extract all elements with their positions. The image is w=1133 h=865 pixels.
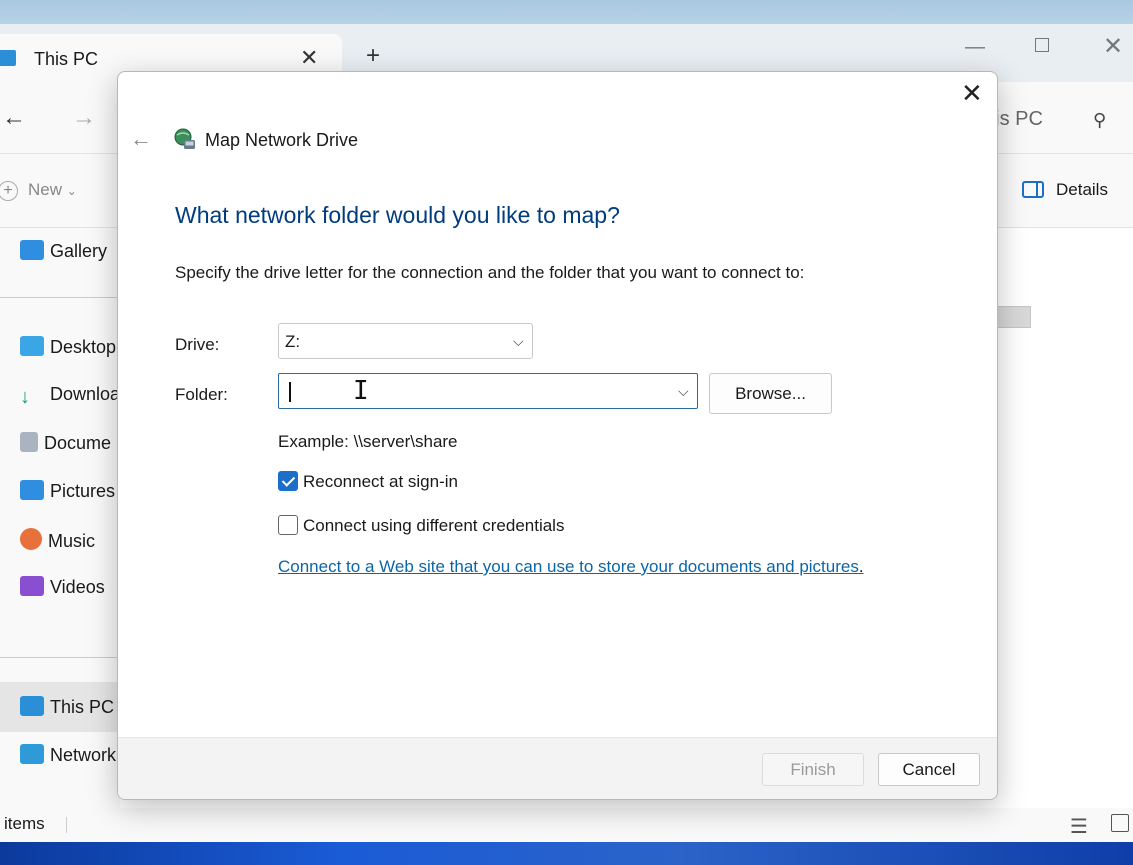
- new-tab-icon[interactable]: +: [366, 42, 380, 70]
- maximize-icon[interactable]: [1035, 38, 1049, 52]
- credentials-label[interactable]: Connect using different credentials: [303, 516, 564, 535]
- new-label: New: [28, 180, 63, 199]
- tiles-view-icon[interactable]: [1111, 814, 1129, 832]
- details-view-icon[interactable]: ☰: [1070, 814, 1088, 839]
- sidebar-item-label: Network: [50, 745, 117, 765]
- chevron-down-icon: ⌵: [513, 333, 524, 349]
- close-tab-icon[interactable]: ✕: [300, 45, 318, 71]
- web-site-link-row: Connect to a Web site that you can use t…: [278, 557, 864, 577]
- sidebar-item-videos[interactable]: Videos: [20, 576, 105, 598]
- sidebar-divider: [0, 297, 120, 298]
- sidebar-item-pictures[interactable]: Pictures: [20, 480, 115, 502]
- status-divider: [66, 817, 67, 833]
- reconnect-checkbox[interactable]: [278, 471, 298, 491]
- navigation-pane: Gallery Desktop ↓ Downloa Docume Pictures…: [0, 228, 120, 808]
- browse-button[interactable]: Browse...: [709, 373, 832, 414]
- videos-icon: [20, 576, 44, 596]
- reconnect-label[interactable]: Reconnect at sign-in: [303, 472, 458, 491]
- sidebar-item-label: Downloa: [50, 384, 121, 404]
- cancel-button[interactable]: Cancel: [878, 753, 980, 786]
- sidebar-item-gallery[interactable]: Gallery: [20, 240, 107, 262]
- desktop-icon: [20, 336, 44, 356]
- details-label: Details: [1056, 180, 1108, 199]
- sidebar-item-label: Videos: [50, 577, 105, 597]
- network-drive-icon: [174, 128, 195, 149]
- dialog-description: Specify the drive letter for the connect…: [175, 263, 805, 282]
- web-site-link[interactable]: Connect to a Web site that you can use t…: [278, 557, 859, 576]
- credentials-checkbox[interactable]: [278, 515, 298, 535]
- gallery-icon: [20, 240, 44, 260]
- sidebar-item-network[interactable]: Network: [20, 744, 116, 766]
- details-button[interactable]: Details: [1022, 180, 1108, 200]
- sidebar-item-label: Pictures: [50, 481, 116, 501]
- dialog-heading: What network folder would you like to ma…: [175, 202, 620, 228]
- sidebar-item-label: Music: [48, 531, 96, 551]
- plus-icon: +: [0, 181, 18, 201]
- dialog-back-arrow-icon[interactable]: ←: [130, 126, 152, 152]
- sidebar-item-label: This PC: [50, 697, 115, 717]
- link-suffix: .: [858, 557, 864, 576]
- sidebar-divider: [0, 657, 120, 658]
- download-icon: ↓: [20, 386, 30, 408]
- i-beam-cursor-icon: I: [353, 376, 369, 406]
- sidebar-item-music[interactable]: Music: [20, 528, 95, 552]
- folder-path-input[interactable]: I ⌵: [278, 373, 698, 409]
- status-text: items: [4, 814, 45, 833]
- sidebar-item-downloads[interactable]: ↓ Downloa: [20, 384, 120, 408]
- dialog-close-icon[interactable]: ✕: [961, 78, 983, 109]
- music-icon: [20, 528, 42, 550]
- sidebar-item-documents[interactable]: Docume: [20, 432, 111, 454]
- tab-title: This PC: [34, 49, 99, 69]
- monitor-icon: [0, 50, 16, 66]
- drive-value: Z:: [285, 332, 301, 351]
- reconnect-checkbox-row[interactable]: Reconnect at sign-in: [278, 471, 458, 492]
- this-pc-icon: [20, 696, 44, 716]
- minimize-icon[interactable]: —: [965, 36, 985, 59]
- sidebar-item-desktop[interactable]: Desktop: [20, 336, 116, 358]
- desktop-wallpaper: [0, 842, 1133, 865]
- document-icon: [20, 432, 38, 452]
- network-icon: [20, 744, 44, 764]
- sidebar-item-label: Gallery: [50, 241, 108, 261]
- search-icon[interactable]: ⚲: [1093, 110, 1106, 131]
- drive-label: Drive:: [175, 335, 220, 354]
- drive-letter-select[interactable]: Z: ⌵: [278, 323, 533, 359]
- sidebar-item-label: Docume: [44, 433, 112, 453]
- chevron-down-icon: ⌄: [66, 184, 77, 198]
- sidebar-item-label: Desktop: [50, 337, 117, 357]
- example-text: Example: \\server\share: [278, 432, 458, 451]
- back-arrow-icon[interactable]: ←: [2, 104, 26, 132]
- folder-label: Folder:: [175, 385, 228, 404]
- map-network-drive-dialog: ✕ ← Map Network Drive What network folde…: [117, 71, 998, 800]
- pictures-icon: [20, 480, 44, 500]
- new-button[interactable]: + New ⌄: [0, 180, 77, 201]
- credentials-checkbox-row[interactable]: Connect using different credentials: [278, 515, 564, 536]
- chevron-down-icon[interactable]: ⌵: [678, 383, 689, 400]
- window-close-icon[interactable]: ✕: [1103, 32, 1123, 61]
- details-pane-icon: [1022, 181, 1044, 198]
- finish-button[interactable]: Finish: [762, 753, 864, 786]
- sidebar-item-this-pc[interactable]: This PC: [20, 696, 114, 718]
- status-bar: items ☰: [0, 808, 1133, 842]
- text-caret: [289, 382, 291, 402]
- forward-arrow-icon[interactable]: →: [72, 104, 96, 132]
- dialog-footer: Finish Cancel: [118, 737, 997, 799]
- dialog-title: Map Network Drive: [205, 130, 359, 150]
- drive-usage-bar: [995, 306, 1031, 328]
